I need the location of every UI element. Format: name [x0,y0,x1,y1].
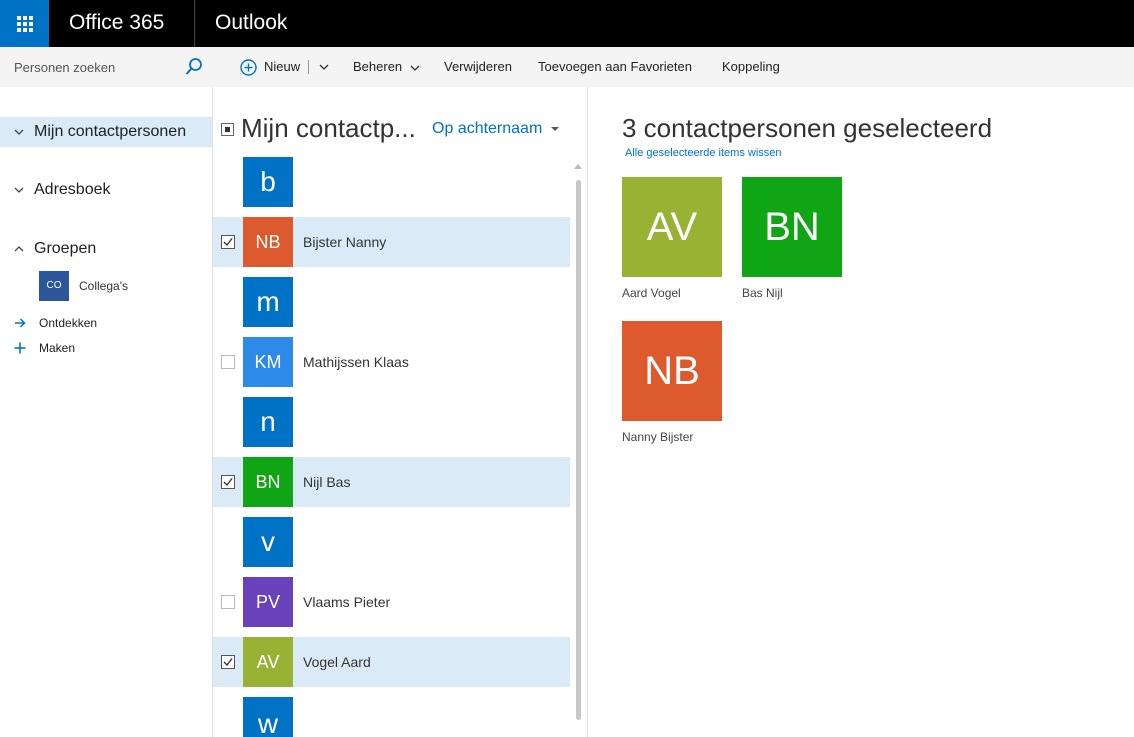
letter-header-m: m [243,277,293,327]
app-launcher-icon [16,15,33,32]
selection-title: 3 contactpersonen geselecteerd [622,113,993,143]
nav-address-book[interactable]: Adresboek [14,175,111,205]
search-input[interactable] [14,57,174,77]
selected-contact-name: Aard Vogel [622,286,681,300]
chevron-down-icon [14,187,24,193]
chevron-up-icon [14,246,24,252]
app-launcher-button[interactable] [0,0,49,47]
selected-contact-card[interactable]: NB [622,321,722,421]
header-divider [194,0,195,47]
brand-office-365[interactable]: Office 365 [69,0,164,47]
discover-link[interactable]: Ontdekken [14,314,97,332]
contact-avatar: AV [243,637,293,687]
select-all-checkbox[interactable] [221,123,234,136]
checkmark-icon [223,238,233,247]
contact-avatar: KM [243,337,293,387]
app-title[interactable]: Outlook [215,0,287,47]
link-button[interactable]: Koppeling [722,47,780,87]
list-title: Mijn contactp... [241,113,416,143]
contact-checkbox[interactable] [221,355,235,369]
selected-contact-card[interactable]: BN [742,177,842,277]
contact-checkbox[interactable] [221,595,235,609]
contact-name[interactable]: Mathijssen Klaas [303,337,409,387]
selected-contact-card[interactable]: AV [622,177,722,277]
arrow-right-icon [15,318,26,328]
manage-button-label: Beheren [353,59,403,74]
group-avatar[interactable]: CO [39,271,69,301]
pane-divider [587,87,588,737]
contact-checkbox[interactable] [221,235,235,249]
sort-dropdown[interactable]: Op achternaam [432,118,560,140]
create-link-label: Maken [39,341,76,355]
nav-groups[interactable]: Groepen [14,234,96,264]
sort-label: Op achternaam [432,120,543,137]
search-icon[interactable] [184,57,204,77]
chevron-down-icon[interactable] [319,62,329,72]
discover-link-label: Ontdekken [39,316,98,330]
selected-contact-name: Nanny Bijster [622,430,694,444]
contact-name[interactable]: Vogel Aard [303,637,371,687]
nav-my-contacts[interactable]: Mijn contactpersonen [14,117,186,147]
nav-address-book-label: Adresboek [34,181,111,198]
plus-circle-icon [240,58,257,76]
contact-name[interactable]: Vlaams Pieter [303,577,390,627]
contact-avatar: BN [243,457,293,507]
chevron-down-icon [551,127,560,131]
create-link[interactable]: Maken [14,339,75,357]
contact-checkbox[interactable] [221,655,235,669]
group-item-colleagues[interactable]: Collega's [79,271,128,301]
checkmark-icon [223,478,233,487]
new-button[interactable]: Nieuw [240,47,329,87]
contact-checkbox[interactable] [221,475,235,489]
manage-button[interactable]: Beheren [353,47,420,87]
add-to-favorites-button[interactable]: Toevoegen aan Favorieten [538,47,692,87]
list-scrollbar[interactable] [576,180,581,720]
delete-button[interactable]: Verwijderen [444,47,512,87]
chevron-down-icon [410,65,420,71]
new-button-label: Nieuw [264,59,301,74]
chevron-down-icon [14,129,24,135]
selected-contact-name: Bas Nijl [742,286,783,300]
contact-name[interactable]: Nijl Bas [303,457,350,507]
nav-groups-label: Groepen [34,240,97,257]
letter-header-v: v [243,517,293,567]
letter-header-n: n [243,397,293,447]
contact-avatar: NB [243,217,293,267]
contact-name[interactable]: Bijster Nanny [303,217,386,267]
suite-header [0,0,1134,47]
split-divider [308,60,310,74]
letter-header-b: b [243,157,293,207]
nav-my-contacts-label: Mijn contactpersonen [34,123,187,140]
plus-icon [14,342,26,354]
search-box [0,47,212,87]
checkmark-icon [223,658,233,667]
contact-avatar: PV [243,577,293,627]
clear-selection-link[interactable]: Alle geselecteerde items wissen [625,145,782,161]
letter-header-w: w [243,697,293,737]
scroll-up-arrow[interactable] [574,163,582,169]
